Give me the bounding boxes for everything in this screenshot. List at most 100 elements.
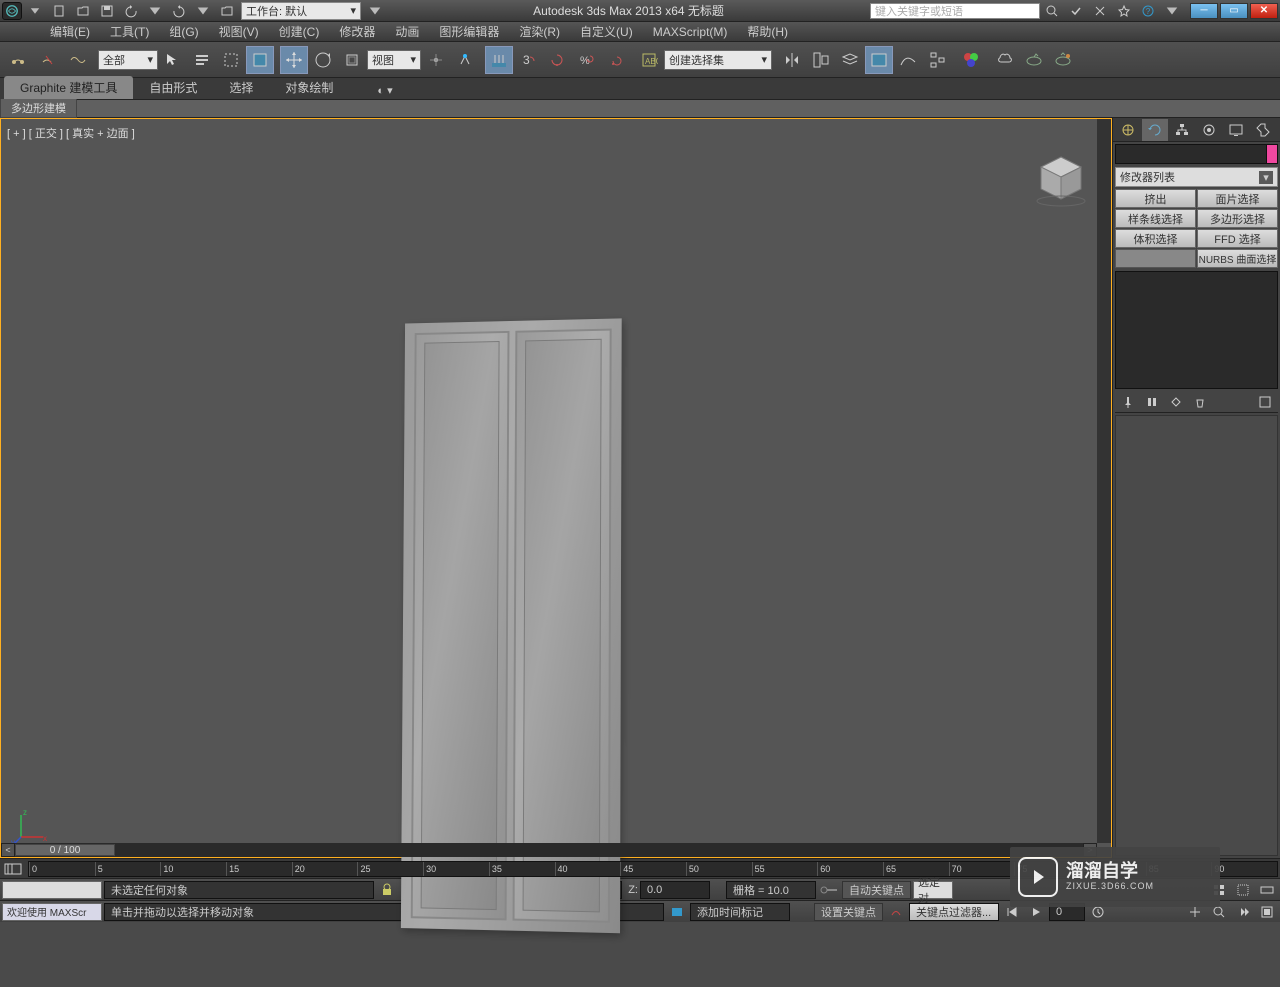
viewport-scroll-v[interactable] — [1097, 119, 1111, 843]
max-viewport-icon[interactable] — [1256, 903, 1278, 921]
time-prev-icon[interactable]: < — [1, 843, 15, 857]
selection-filter-dropdown[interactable]: 全部▾ — [98, 50, 158, 70]
curve-editor-icon[interactable] — [894, 46, 922, 74]
viewport-label[interactable]: [ + ] [ 正交 ] [ 真实 + 边面 ] — [7, 125, 135, 141]
exchange-icon[interactable] — [1088, 2, 1112, 20]
schematic-view-icon[interactable] — [923, 46, 951, 74]
minimize-button[interactable]: ─ — [1190, 3, 1218, 19]
maxscript-listener[interactable]: 欢迎使用 MAXScr — [2, 903, 102, 921]
key-filter-button[interactable]: 关键点过滤器... — [909, 903, 999, 921]
menu-edit[interactable]: 编辑(E) — [40, 23, 100, 40]
unlink-icon[interactable] — [35, 46, 63, 74]
ref-coord-dropdown[interactable]: 视图▾ — [367, 50, 421, 70]
mod-spline-select[interactable]: 样条线选择 — [1115, 209, 1196, 228]
select-rotate-icon[interactable] — [309, 46, 337, 74]
redo-dd-icon[interactable] — [191, 2, 215, 20]
menu-rendering[interactable]: 渲染(R) — [509, 23, 570, 40]
selection-set-combo[interactable]: 选定对 — [913, 881, 953, 899]
workspace-dropdown[interactable]: 工作台: 默认 ▾ — [241, 2, 361, 20]
close-button[interactable]: ✕ — [1250, 3, 1278, 19]
named-set-manage-icon[interactable]: ABC — [635, 46, 663, 74]
pivot-center-icon[interactable] — [422, 46, 450, 74]
subscription-icon[interactable] — [1064, 2, 1088, 20]
layers-icon[interactable] — [836, 46, 864, 74]
open-file-icon[interactable] — [71, 2, 95, 20]
mod-ffd-select[interactable]: FFD 选择 — [1197, 229, 1278, 248]
snap-toggle-icon[interactable] — [485, 46, 513, 74]
infocenter-search[interactable]: 键入关键字或短语 — [870, 3, 1040, 19]
search-icon[interactable] — [1040, 2, 1064, 20]
cp-display-tab[interactable] — [1223, 119, 1249, 141]
ribbon-tab-graphite[interactable]: Graphite 建模工具 — [4, 76, 133, 99]
menu-help[interactable]: 帮助(H) — [737, 23, 798, 40]
menu-modifiers[interactable]: 修改器 — [329, 23, 385, 40]
menu-tools[interactable]: 工具(T) — [100, 23, 159, 40]
z-coord-input[interactable]: 0.0 — [640, 881, 710, 899]
save-file-icon[interactable] — [95, 2, 119, 20]
select-link-icon[interactable] — [6, 46, 34, 74]
modifier-stack[interactable] — [1115, 271, 1278, 389]
render-setup-icon[interactable] — [991, 46, 1019, 74]
align-icon[interactable] — [807, 46, 835, 74]
time-tag[interactable]: 添加时间标记 — [690, 903, 790, 921]
orbit-icon[interactable] — [1232, 903, 1254, 921]
selection-lock-icon[interactable] — [376, 881, 398, 899]
select-by-name-icon[interactable] — [188, 46, 216, 74]
viewport[interactable]: [ + ] [ 正交 ] [ 真实 + 边面 ] z x — [0, 118, 1112, 858]
mod-patch-select[interactable]: 面片选择 — [1197, 189, 1278, 208]
named-selection-dropdown[interactable]: 创建选择集▾ — [664, 50, 772, 70]
redo-icon[interactable] — [167, 2, 191, 20]
mirror-icon[interactable] — [778, 46, 806, 74]
cp-hierarchy-tab[interactable] — [1169, 119, 1195, 141]
mod-vol-select[interactable]: 体积选择 — [1115, 229, 1196, 248]
select-manipulate-icon[interactable] — [451, 46, 479, 74]
menu-group[interactable]: 组(G) — [159, 23, 208, 40]
mod-extrude[interactable]: 挤出 — [1115, 189, 1196, 208]
help-icon[interactable]: ? — [1136, 2, 1160, 20]
menu-create[interactable]: 创建(C) — [269, 23, 330, 40]
spinner-snap-icon[interactable]: % — [572, 46, 600, 74]
ribbon-polymodeling[interactable]: 多边形建模 — [0, 99, 77, 118]
bind-spacewarp-icon[interactable] — [64, 46, 92, 74]
menu-animation[interactable]: 动画 — [385, 23, 429, 40]
layer-manager-icon[interactable] — [865, 46, 893, 74]
window-crossing-icon[interactable] — [246, 46, 274, 74]
favorites-icon[interactable] — [1112, 2, 1136, 20]
cp-modify-tab[interactable] — [1142, 119, 1168, 141]
menu-views[interactable]: 视图(V) — [209, 23, 269, 40]
ribbon-tab-freeform[interactable]: 自由形式 — [133, 76, 213, 99]
select-scale-icon[interactable] — [338, 46, 366, 74]
nav-2-icon[interactable] — [1232, 881, 1254, 899]
ribbon-tab-selection[interactable]: 选择 — [213, 76, 269, 99]
key-mode-icon[interactable] — [818, 881, 840, 899]
ribbon-expand-icon[interactable]: ◐ ▾ — [369, 82, 400, 99]
edit-named-sets-icon[interactable] — [601, 46, 629, 74]
render-production-icon[interactable] — [1049, 46, 1077, 74]
app-menu-button[interactable] — [2, 2, 22, 20]
comm-center-icon[interactable] — [666, 903, 688, 921]
new-file-icon[interactable] — [47, 2, 71, 20]
auto-key-button[interactable]: 自动关键点 — [842, 881, 911, 899]
object-name-input[interactable] — [1116, 145, 1266, 163]
material-editor-icon[interactable] — [957, 46, 985, 74]
timeline-config-icon[interactable] — [0, 860, 26, 878]
menu-customize[interactable]: 自定义(U) — [570, 23, 643, 40]
mod-poly-select[interactable]: 多边形选择 — [1197, 209, 1278, 228]
project-folder-icon[interactable] — [215, 2, 239, 20]
menu-maxscript[interactable]: MAXScript(M) — [643, 25, 738, 39]
object-name-field[interactable] — [1115, 144, 1278, 164]
angle-snap-icon[interactable]: 3 — [514, 46, 542, 74]
key-filters-icon[interactable] — [885, 903, 907, 921]
modifier-list-dropdown[interactable]: 修改器列表 ▾ — [1115, 167, 1278, 187]
help-dd-icon[interactable] — [1160, 2, 1184, 20]
render-frame-icon[interactable] — [1020, 46, 1048, 74]
maximize-button[interactable]: ▭ — [1220, 3, 1248, 19]
percent-snap-icon[interactable] — [543, 46, 571, 74]
nav-3-icon[interactable] — [1256, 881, 1278, 899]
viewcube[interactable] — [1031, 149, 1091, 209]
set-key-button[interactable]: 设置关键点 — [814, 903, 883, 921]
cp-utilities-tab[interactable] — [1250, 119, 1276, 141]
select-object-icon[interactable] — [159, 46, 187, 74]
mod-nurbs-select[interactable]: NURBS 曲面选择 — [1197, 249, 1278, 268]
undo-dd-icon[interactable] — [143, 2, 167, 20]
